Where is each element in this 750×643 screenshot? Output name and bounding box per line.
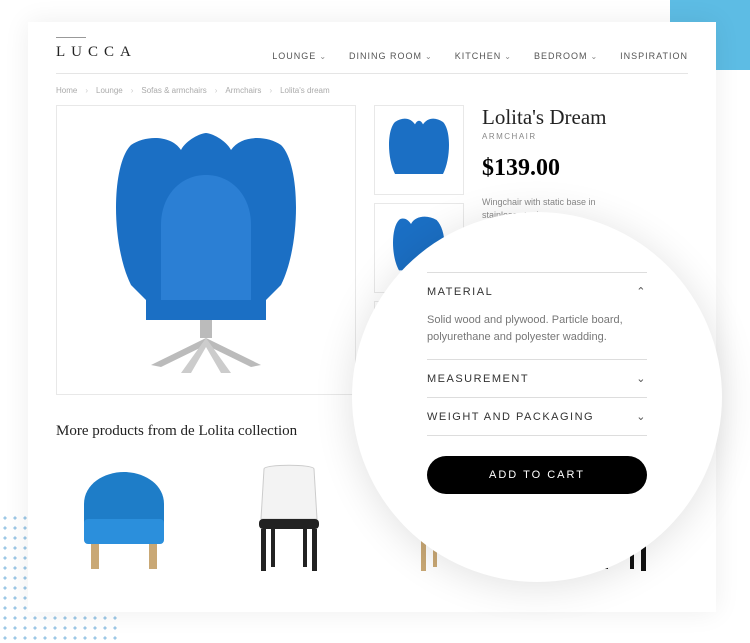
tub-chair-icon xyxy=(69,464,179,574)
add-to-cart-button[interactable]: ADD TO CART xyxy=(427,456,647,494)
accordion-material-header[interactable]: MATERIAL ⌃ xyxy=(427,273,647,310)
chevron-down-icon: ⌄ xyxy=(319,52,327,61)
chevron-down-icon: ⌄ xyxy=(590,52,598,61)
accordion-measurement-label: MEASUREMENT xyxy=(427,373,529,385)
crumb-lounge-label: Lounge xyxy=(96,86,123,95)
accordion: MATERIAL ⌃ Solid wood and plywood. Parti… xyxy=(427,272,647,436)
chevron-down-icon: ⌄ xyxy=(636,410,647,423)
brand-logo[interactable]: LUCCA xyxy=(56,40,137,61)
crumb-armchairs[interactable]: Armchairs › xyxy=(225,86,272,95)
nav-inspiration-label: INSPIRATION xyxy=(620,51,688,61)
crumb-sofas-label: Sofas & armchairs xyxy=(141,86,206,95)
chevron-right-icon: › xyxy=(131,86,134,95)
nav-inspiration[interactable]: INSPIRATION xyxy=(620,51,688,61)
header: LUCCA LOUNGE⌄ DINING ROOM⌄ KITCHEN⌄ BEDR… xyxy=(56,40,688,74)
accordion-weight-header[interactable]: WEIGHT AND PACKAGING ⌄ xyxy=(427,398,647,435)
crumb-lounge[interactable]: Lounge › xyxy=(96,86,133,95)
accordion-material-label: MATERIAL xyxy=(427,286,493,298)
crumb-home[interactable]: Home › xyxy=(56,86,88,95)
breadcrumb: Home › Lounge › Sofas & armchairs › Armchai… xyxy=(56,74,688,105)
chevron-down-icon: ⌄ xyxy=(425,52,433,61)
chevron-up-icon: ⌃ xyxy=(636,285,647,298)
detail-popover: MATERIAL ⌃ Solid wood and plywood. Parti… xyxy=(352,212,722,582)
accordion-weight: WEIGHT AND PACKAGING ⌄ xyxy=(427,397,647,436)
nav-kitchen[interactable]: KITCHEN⌄ xyxy=(455,51,512,61)
nav-lounge-label: LOUNGE xyxy=(272,51,316,61)
dining-chair-icon xyxy=(239,459,339,574)
nav-dining-label: DINING ROOM xyxy=(349,51,422,61)
product-price: $139.00 xyxy=(482,155,688,182)
accordion-measurement: MEASUREMENT ⌄ xyxy=(427,359,647,397)
nav-kitchen-label: KITCHEN xyxy=(455,51,502,61)
chevron-right-icon: › xyxy=(85,86,88,95)
armchair-back-icon xyxy=(379,110,459,190)
crumb-current-label: Lolita's dream xyxy=(280,86,330,95)
accordion-weight-label: WEIGHT AND PACKAGING xyxy=(427,411,594,423)
thumb-1[interactable] xyxy=(374,105,464,195)
armchair-icon xyxy=(91,125,321,375)
chevron-right-icon: › xyxy=(269,86,272,95)
chevron-down-icon: ⌄ xyxy=(504,52,512,61)
accordion-material: MATERIAL ⌃ Solid wood and plywood. Parti… xyxy=(427,272,647,359)
product-main-image[interactable] xyxy=(56,105,356,395)
nav-bedroom[interactable]: BEDROOM⌄ xyxy=(534,51,598,61)
chevron-right-icon: › xyxy=(215,86,218,95)
more-item-2[interactable] xyxy=(221,454,356,574)
more-item-1[interactable] xyxy=(56,454,191,574)
nav-bedroom-label: BEDROOM xyxy=(534,51,588,61)
nav-lounge[interactable]: LOUNGE⌄ xyxy=(272,51,327,61)
chevron-down-icon: ⌄ xyxy=(636,372,647,385)
accordion-material-body: Solid wood and plywood. Particle board, … xyxy=(427,310,647,359)
product-title: Lolita's Dream xyxy=(482,105,688,130)
crumb-armchairs-label: Armchairs xyxy=(225,86,261,95)
product-subtitle: ARMCHAIR xyxy=(482,132,688,141)
crumb-current: Lolita's dream xyxy=(280,86,330,95)
crumb-home-label: Home xyxy=(56,86,77,95)
accordion-measurement-header[interactable]: MEASUREMENT ⌄ xyxy=(427,360,647,397)
nav-dining[interactable]: DINING ROOM⌄ xyxy=(349,51,433,61)
crumb-sofas[interactable]: Sofas & armchairs › xyxy=(141,86,217,95)
main-nav: LOUNGE⌄ DINING ROOM⌄ KITCHEN⌄ BEDROOM⌄ I… xyxy=(272,51,688,61)
